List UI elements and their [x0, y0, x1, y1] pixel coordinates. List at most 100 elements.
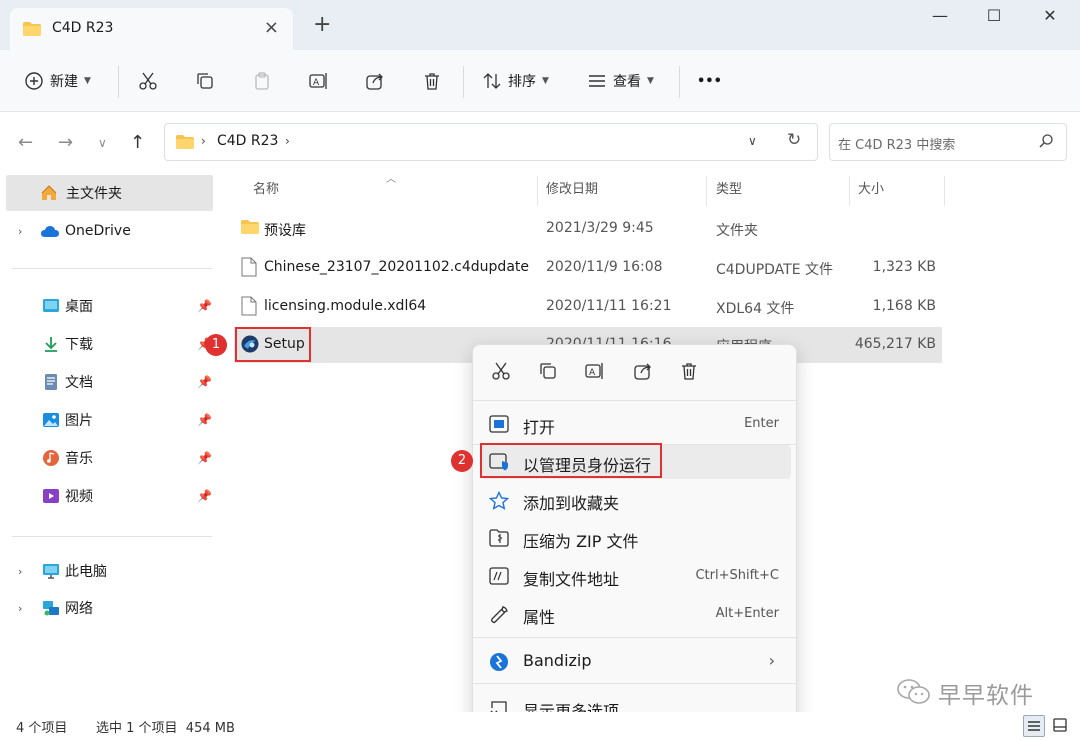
divider	[463, 66, 464, 98]
menu-item-copy-path[interactable]: 复制文件地址 Ctrl+Shift+C	[481, 559, 791, 593]
pin-icon[interactable]: 📌	[197, 413, 212, 427]
search-box[interactable]: 在 C4D R23 中搜索	[829, 123, 1067, 161]
menu-item-open[interactable]: 打开 Enter	[481, 407, 791, 441]
view-list-icon	[589, 75, 605, 87]
tab-c4d-r23[interactable]: C4D R23 ×	[10, 8, 293, 50]
menu-item-label: 属性	[523, 608, 556, 627]
network-icon	[42, 599, 60, 617]
step-badge-2: 2	[451, 450, 473, 472]
menu-item-add-favorites[interactable]: 添加到收藏夹	[481, 483, 791, 517]
sidebar-item-documents[interactable]: 文档 📌	[0, 364, 214, 400]
sidebar-item-this-pc[interactable]: › 此电脑	[0, 553, 214, 589]
copy-button[interactable]	[195, 66, 215, 96]
chevron-right-icon[interactable]: ›	[18, 225, 22, 238]
rename-button[interactable]: A	[308, 66, 330, 96]
column-divider[interactable]	[944, 176, 945, 206]
menu-item-properties[interactable]: 属性 Alt+Enter	[481, 597, 791, 631]
menu-item-shortcut: Alt+Enter	[715, 606, 779, 621]
rename-icon[interactable]: A	[584, 361, 606, 385]
sidebar-item-pictures[interactable]: 图片 📌	[0, 402, 214, 438]
menu-item-compress-zip[interactable]: 压缩为 ZIP 文件	[481, 521, 791, 555]
file-name: 预设库	[264, 223, 306, 239]
sidebar-item-network[interactable]: › 网络	[0, 590, 214, 626]
column-divider[interactable]	[849, 176, 850, 206]
context-menu-quick-actions: A	[473, 345, 798, 397]
pictures-icon	[42, 411, 60, 429]
recent-chevron-icon[interactable]: ∨	[98, 136, 107, 150]
navigation-pane: 主文件夹 › OneDrive 桌面 📌 下载 📌 文档 📌 图片 📌	[0, 172, 220, 712]
selection-info: 选中 1 个项目 454 MB	[96, 721, 235, 736]
pin-icon[interactable]: 📌	[197, 375, 212, 389]
cut-button[interactable]	[138, 66, 158, 96]
file-row[interactable]: Chinese_23107_20201102.c4dupdate 2020/11…	[234, 250, 942, 286]
details-view-button[interactable]	[1023, 715, 1045, 737]
chevron-right-icon[interactable]: ›	[201, 134, 206, 148]
column-header-name[interactable]: 名称	[253, 178, 279, 197]
sidebar-item-downloads[interactable]: 下载 📌	[0, 326, 214, 362]
address-dropdown-icon[interactable]: ∨	[748, 134, 757, 148]
scissors-icon[interactable]	[491, 361, 511, 385]
pin-icon[interactable]: 📌	[197, 451, 212, 465]
sort-button[interactable]: 排序 ▼	[482, 66, 549, 96]
sidebar-item-label: 图片	[65, 413, 93, 429]
file-row[interactable]: licensing.module.xdl64 2020/11/11 16:21 …	[234, 289, 942, 325]
close-tab-icon[interactable]: ×	[264, 17, 279, 38]
sort-ascending-icon: ︿	[386, 174, 396, 185]
file-row[interactable]: 预设库 2021/3/29 9:45 文件夹	[234, 211, 942, 247]
tiles-view-button[interactable]	[1050, 715, 1072, 737]
highlight-box-run-as-admin	[480, 443, 662, 478]
trash-icon[interactable]	[679, 361, 699, 385]
forward-arrow-icon[interactable]: →	[58, 132, 73, 153]
view-button[interactable]: 查看 ▼	[587, 66, 654, 96]
new-button[interactable]: 新建 ▼	[24, 66, 91, 96]
sidebar-item-onedrive[interactable]: › OneDrive	[0, 213, 214, 249]
close-window-button[interactable]: ✕	[1030, 6, 1070, 32]
chevron-right-icon[interactable]: ›	[285, 134, 290, 148]
file-modified: 2021/3/29 9:45	[546, 220, 654, 236]
address-bar[interactable]: › C4D R23 › ∨ ↻	[164, 123, 818, 161]
menu-item-shortcut: Enter	[744, 416, 779, 431]
column-header-type[interactable]: 类型	[716, 178, 742, 197]
minimize-button[interactable]: —	[920, 6, 960, 32]
column-header-size[interactable]: 大小	[858, 178, 884, 197]
search-input[interactable]: 在 C4D R23 中搜索	[838, 134, 955, 153]
rename-icon: A	[309, 73, 327, 89]
sidebar-item-desktop[interactable]: 桌面 📌	[0, 288, 214, 324]
column-divider[interactable]	[537, 176, 538, 206]
document-icon	[42, 373, 60, 391]
refresh-icon[interactable]: ↻	[787, 130, 801, 150]
up-arrow-icon[interactable]: ↑	[130, 132, 145, 153]
sidebar-item-home[interactable]: 主文件夹	[6, 175, 213, 211]
column-header-modified[interactable]: 修改日期	[546, 178, 598, 197]
search-icon[interactable]	[1038, 133, 1054, 153]
home-icon	[40, 184, 58, 202]
chevron-right-icon[interactable]: ›	[18, 565, 22, 578]
back-arrow-icon[interactable]: ←	[18, 132, 33, 153]
pin-icon[interactable]: 📌	[197, 299, 212, 313]
pin-icon[interactable]: 📌	[197, 489, 212, 503]
new-label: 新建	[50, 74, 78, 90]
file-icon	[241, 257, 257, 281]
cloud-icon	[40, 224, 59, 242]
share-icon[interactable]	[633, 361, 653, 385]
menu-item-bandizip[interactable]: Bandizip ›	[481, 644, 791, 678]
new-tab-button[interactable]: +	[313, 14, 331, 36]
column-divider[interactable]	[706, 176, 707, 206]
address-path[interactable]: C4D R23	[217, 133, 278, 149]
delete-button[interactable]	[422, 66, 442, 96]
sidebar-item-music[interactable]: 音乐 📌	[0, 440, 214, 476]
copy-icon	[197, 73, 213, 89]
copy-icon[interactable]	[538, 361, 558, 385]
paste-button[interactable]	[252, 66, 272, 96]
share-button[interactable]	[365, 66, 385, 96]
divider	[473, 683, 796, 684]
open-window-icon	[489, 415, 509, 437]
more-options-button[interactable]: •••	[697, 66, 722, 96]
sidebar-item-label: 视频	[65, 489, 93, 505]
sidebar-item-videos[interactable]: 视频 📌	[0, 478, 214, 514]
menu-item-label: 添加到收藏夹	[523, 494, 620, 513]
folder-icon	[175, 134, 195, 154]
maximize-button[interactable]: ☐	[974, 6, 1014, 32]
chevron-right-icon[interactable]: ›	[18, 602, 22, 615]
trash-icon	[425, 73, 439, 90]
